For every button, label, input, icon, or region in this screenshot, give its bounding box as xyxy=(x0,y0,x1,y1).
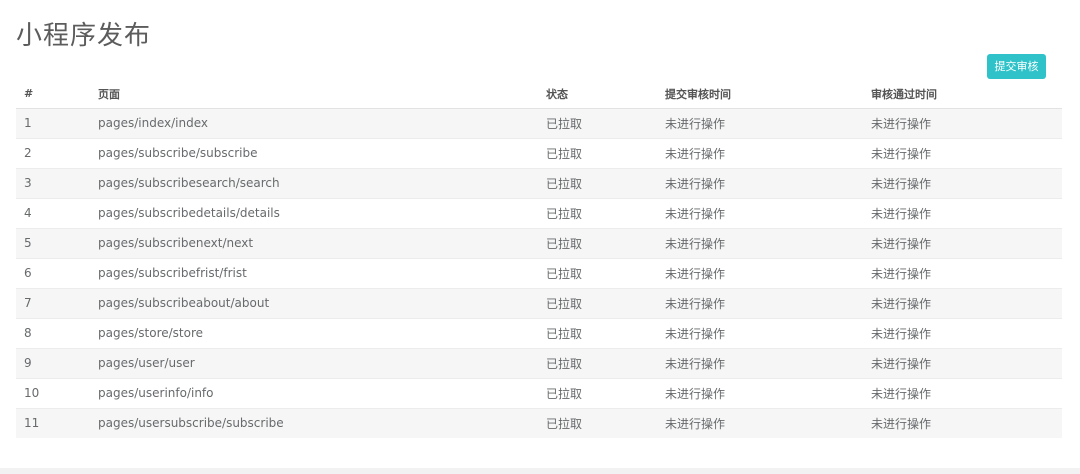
cell-status: 已拉取 xyxy=(538,317,657,348)
cell-page: pages/subscribenext/next xyxy=(90,227,538,258)
column-header-pass-time: 审核通过时间 xyxy=(863,80,1062,109)
cell-num: 10 xyxy=(16,377,90,408)
cell-num: 5 xyxy=(16,227,90,258)
table-row: 9 pages/user/user 已拉取 未进行操作 未进行操作 xyxy=(16,347,1062,378)
cell-num: 8 xyxy=(16,317,90,348)
cell-submit-time: 未进行操作 xyxy=(657,167,863,198)
cell-pass-time: 未进行操作 xyxy=(863,407,1062,438)
cell-submit-time: 未进行操作 xyxy=(657,347,863,378)
cell-pass-time: 未进行操作 xyxy=(863,107,1062,138)
table-row: 8 pages/store/store 已拉取 未进行操作 未进行操作 xyxy=(16,317,1062,348)
cell-pass-time: 未进行操作 xyxy=(863,227,1062,258)
table-row: 5 pages/subscribenext/next 已拉取 未进行操作 未进行操作 xyxy=(16,227,1062,258)
page-title: 小程序发布 xyxy=(16,21,152,51)
cell-submit-time: 未进行操作 xyxy=(657,287,863,318)
cell-status: 已拉取 xyxy=(538,257,657,288)
cell-submit-time: 未进行操作 xyxy=(657,257,863,288)
cell-submit-time: 未进行操作 xyxy=(657,407,863,438)
cell-pass-time: 未进行操作 xyxy=(863,287,1062,318)
page-list-table: # 页面 状态 提交审核时间 审核通过时间 1 pages/index/index… xyxy=(16,80,1062,438)
cell-status: 已拉取 xyxy=(538,407,657,438)
cell-submit-time: 未进行操作 xyxy=(657,377,863,408)
cell-num: 2 xyxy=(16,137,90,168)
column-header-page: 页面 xyxy=(90,80,538,109)
cell-page: pages/index/index xyxy=(90,107,538,138)
table-row: 7 pages/subscribeabout/about 已拉取 未进行操作 未进行操作 xyxy=(16,287,1062,318)
cell-submit-time: 未进行操作 xyxy=(657,197,863,228)
cell-status: 已拉取 xyxy=(538,347,657,378)
table-header: # 页面 状态 提交审核时间 审核通过时间 xyxy=(16,80,1062,109)
cell-num: 6 xyxy=(16,257,90,288)
table-row: 10 pages/userinfo/info 已拉取 未进行操作 未进行操作 xyxy=(16,377,1062,408)
cell-page: pages/subscribedetails/details xyxy=(90,197,538,228)
cell-num: 3 xyxy=(16,167,90,198)
cell-status: 已拉取 xyxy=(538,287,657,318)
cell-pass-time: 未进行操作 xyxy=(863,347,1062,378)
cell-page: pages/subscribeabout/about xyxy=(90,287,538,318)
table-row: 2 pages/subscribe/subscribe 已拉取 未进行操作 未进行操作 xyxy=(16,137,1062,168)
cell-page: pages/user/user xyxy=(90,347,538,378)
cell-pass-time: 未进行操作 xyxy=(863,167,1062,198)
cell-status: 已拉取 xyxy=(538,137,657,168)
table-header-row: # 页面 状态 提交审核时间 审核通过时间 xyxy=(16,80,1062,109)
cell-page: pages/subscribefrist/frist xyxy=(90,257,538,288)
cell-pass-time: 未进行操作 xyxy=(863,197,1062,228)
cell-num: 9 xyxy=(16,347,90,378)
column-header-num: # xyxy=(16,80,90,109)
cell-num: 1 xyxy=(16,107,90,138)
cell-submit-time: 未进行操作 xyxy=(657,317,863,348)
cell-submit-time: 未进行操作 xyxy=(657,107,863,138)
cell-page: pages/subscribe/subscribe xyxy=(90,137,538,168)
cell-num: 7 xyxy=(16,287,90,318)
cell-page: pages/userinfo/info xyxy=(90,377,538,408)
column-header-submit-time: 提交审核时间 xyxy=(657,80,863,109)
table-row: 3 pages/subscribesearch/search 已拉取 未进行操作 未进行… xyxy=(16,167,1062,198)
submit-review-button[interactable]: 提交审核 xyxy=(987,54,1046,79)
table-row: 4 pages/subscribedetails/details 已拉取 未进行操作未… xyxy=(16,197,1062,228)
cell-page: pages/subscribesearch/search xyxy=(90,167,538,198)
cell-num: 4 xyxy=(16,197,90,228)
cell-status: 已拉取 xyxy=(538,197,657,228)
table-row: 6 pages/subscribefrist/frist 已拉取 未进行操作 未进行操作 xyxy=(16,257,1062,288)
cell-status: 已拉取 xyxy=(538,377,657,408)
cell-page: pages/usersubscribe/subscribe xyxy=(90,407,538,438)
content-panel: 小程序发布 提交审核 # 页面 状态 提交审核时间 审核通过时间 1 pages/… xyxy=(0,0,1080,468)
table-body: 1 pages/index/index 已拉取 未进行操作 未进行操作 2 pages/su… xyxy=(16,107,1062,438)
column-header-status: 状态 xyxy=(538,80,657,109)
cell-status: 已拉取 xyxy=(538,107,657,138)
cell-status: 已拉取 xyxy=(538,227,657,258)
table-row: 1 pages/index/index 已拉取 未进行操作 未进行操作 xyxy=(16,107,1062,138)
cell-pass-time: 未进行操作 xyxy=(863,257,1062,288)
cell-submit-time: 未进行操作 xyxy=(657,137,863,168)
table-row: 11 pages/usersubscribe/subscribe 已拉取 未进行操作未… xyxy=(16,407,1062,438)
cell-pass-time: 未进行操作 xyxy=(863,137,1062,168)
cell-num: 11 xyxy=(16,407,90,438)
cell-status: 已拉取 xyxy=(538,167,657,198)
cell-submit-time: 未进行操作 xyxy=(657,227,863,258)
cell-pass-time: 未进行操作 xyxy=(863,377,1062,408)
cell-pass-time: 未进行操作 xyxy=(863,317,1062,348)
cell-page: pages/store/store xyxy=(90,317,538,348)
